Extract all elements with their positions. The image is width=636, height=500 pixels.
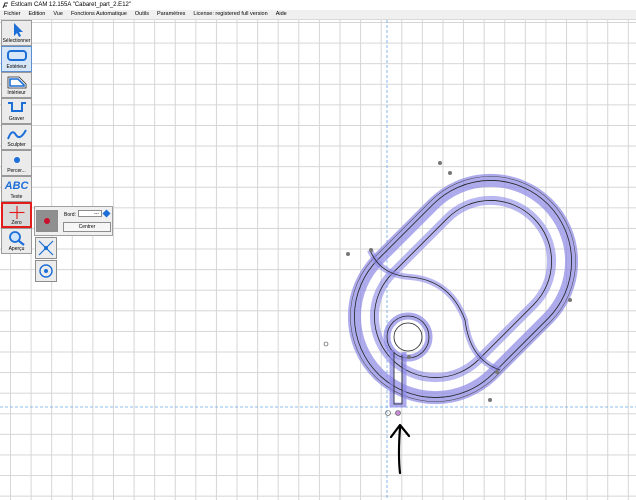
cursor-arrow-icon [13,23,23,37]
entry-point[interactable] [385,410,391,416]
menu-fichier[interactable]: Fichier [0,10,25,19]
menu-outils[interactable]: Outils [131,10,153,19]
menu-edition[interactable]: Edition [25,10,50,19]
tool-label: Intérieur [7,90,26,96]
vertex-point[interactable] [407,355,411,359]
tool-sculpter[interactable]: Sculpter [1,124,32,150]
inside-contour-icon [7,76,26,89]
magnifier-icon [8,231,25,246]
menu-parametres[interactable]: Paramètres [153,10,189,19]
entry-point[interactable] [395,410,401,416]
vertex-point[interactable] [568,298,572,302]
zero-option-circle[interactable] [35,260,57,282]
tool-label: Aperçu [8,246,25,252]
menu-bar: Fichier Edition Vue Fonctions Automatiqu… [0,10,636,20]
tool-label: Percer... [7,168,26,174]
tool-label: Sculpter [7,142,26,148]
circle-center-icon [39,264,53,278]
tool-interieur[interactable]: Intérieur [1,72,32,98]
vertex-point[interactable] [369,248,373,252]
text-abc-icon: ABC [4,180,29,192]
part-geometry[interactable] [315,141,611,437]
outer-toolpath [347,173,579,405]
tool-zero[interactable]: Zero [1,202,32,228]
tool-percer[interactable]: Percer... [1,150,32,176]
tool-apercu[interactable]: Aperçu [1,228,32,254]
ring-inner [393,322,423,352]
annotation-arrow [389,423,411,475]
drill-icon [13,157,20,163]
tool-exterieur[interactable]: Extérieur [1,46,32,72]
tool-graver[interactable]: Graver [1,98,32,124]
window-title: Estlcam CAM 12.155A "Cabaret_part_2.E12" [11,2,131,8]
cross-diagonal-icon [38,240,54,256]
menu-license[interactable]: License: registered full version [189,10,271,19]
drawing-svg [0,20,636,500]
zero-crosshair-icon [9,205,24,220]
vertex-point[interactable] [346,252,350,256]
menu-fonctions-automatique[interactable]: Fonctions Automatique [67,10,131,19]
estlcam-logo-icon [2,2,9,9]
red-dot-icon [44,218,50,224]
bord-input[interactable]: --- [78,210,102,217]
bord-label: Bord: [64,212,76,218]
inner-toolpath [369,195,557,383]
diamond-spinner-icon[interactable] [102,209,111,218]
title-bar: Estlcam CAM 12.155A "Cabaret_part_2.E12" [0,0,636,10]
menu-aide[interactable]: Aide [272,10,291,19]
tool-label: Sélectionner [2,38,31,44]
tool-label: Graver [8,116,25,122]
drawing-canvas[interactable] [0,20,636,500]
tool-label: Zero [11,220,22,226]
tool-selectionner[interactable]: Sélectionner [1,20,32,46]
outside-contour-icon [6,50,27,61]
sculpt-icon [6,129,27,140]
vertex-point[interactable] [438,161,442,165]
zero-option-dot[interactable] [36,210,58,232]
vertex-point[interactable] [448,171,452,175]
vertex-point[interactable] [495,370,499,374]
tool-label: Extérieur [6,64,27,70]
stray-point[interactable] [323,341,329,347]
vertex-point[interactable] [488,398,492,402]
zero-options-panel: Bord: --- Centrer [34,206,113,236]
tool-label: Texte [10,194,23,200]
tool-texte[interactable]: ABC Texte [1,176,32,202]
centrer-button[interactable]: Centrer [63,222,111,232]
zero-option-cross[interactable] [35,237,57,259]
engrave-icon [7,102,26,112]
menu-vue[interactable]: Vue [49,10,67,19]
